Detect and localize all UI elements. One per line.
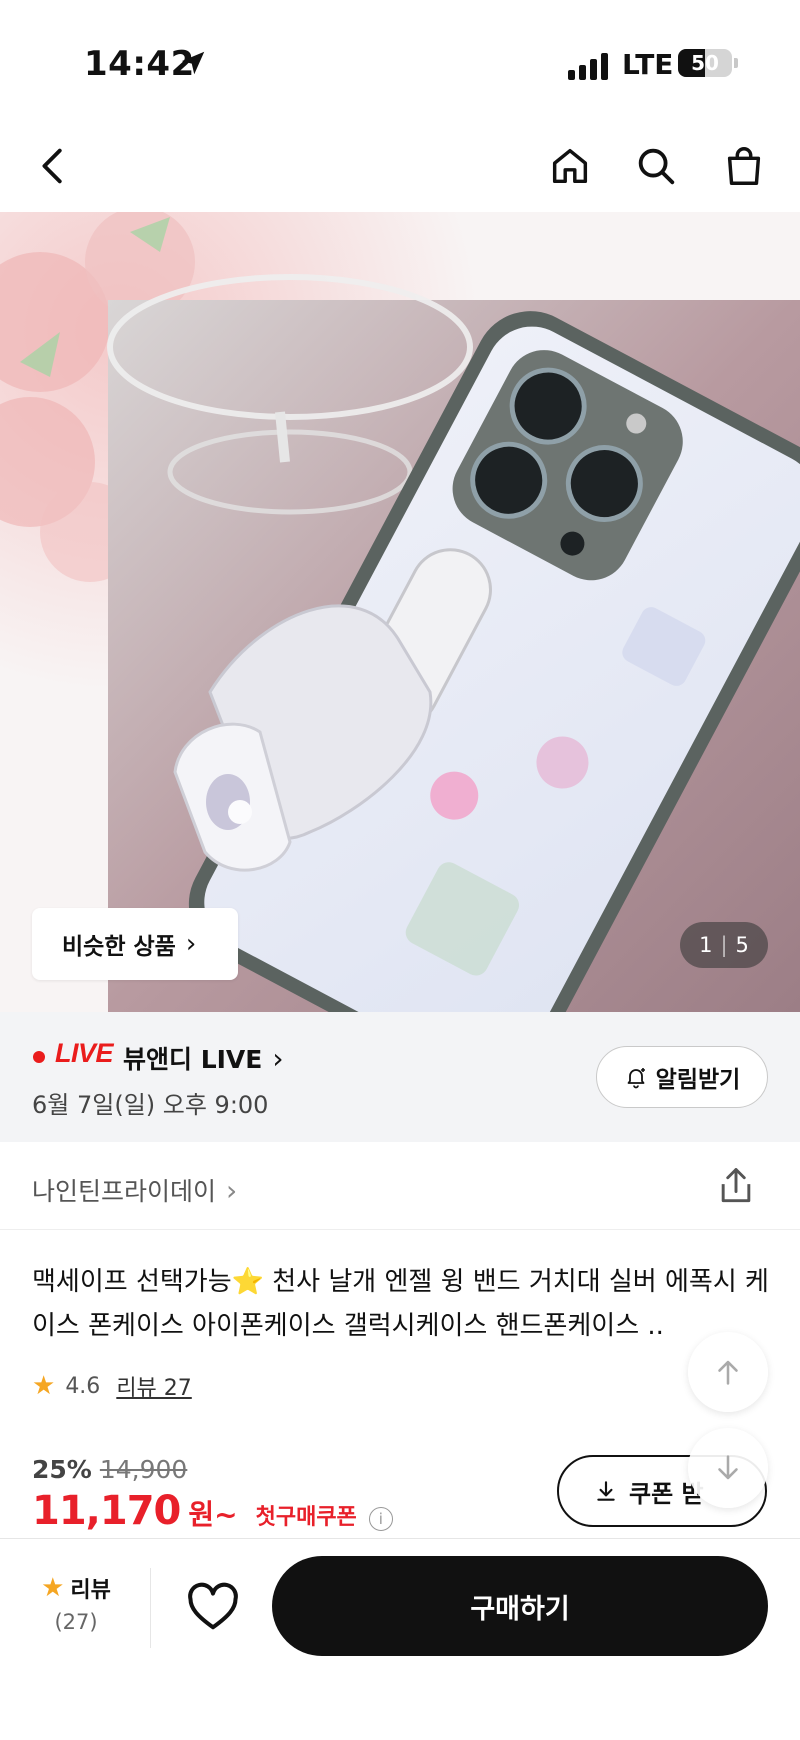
heart-icon[interactable]: [186, 1582, 240, 1632]
image-page-indicator: 1 | 5: [680, 922, 768, 968]
chevron-right-icon: ›: [226, 1173, 238, 1207]
battery-tip: [734, 58, 738, 68]
divider: [150, 1568, 151, 1648]
star-icon: ★: [41, 1573, 65, 1603]
notify-button[interactable]: 알림받기: [596, 1046, 768, 1108]
cart-button[interactable]: [718, 140, 770, 192]
info-icon[interactable]: i: [368, 1507, 393, 1531]
product-photo: [0, 212, 800, 1012]
first-purchase-coupon-label: 첫구매쿠폰: [255, 1505, 357, 1530]
review-tab[interactable]: ★ 리뷰 (27): [36, 1572, 116, 1634]
product-image[interactable]: [0, 212, 800, 1012]
location-arrow-icon: [181, 51, 205, 75]
scroll-down-button[interactable]: [688, 1428, 768, 1508]
top-nav: [0, 120, 800, 212]
seller-row: 나인틴프라이데이 ›: [0, 1142, 800, 1230]
price-unit: 원~: [188, 1498, 238, 1531]
discount-rate: 25%: [32, 1455, 92, 1484]
scroll-up-button[interactable]: [688, 1332, 768, 1412]
seller-name: 나인틴프라이데이: [32, 1177, 217, 1206]
battery-icon: 50: [678, 49, 732, 77]
live-title-link[interactable]: 뷰앤디 LIVE ›: [123, 1040, 284, 1076]
review-tab-label: 리뷰: [70, 1578, 111, 1603]
rating-value: 4.6: [65, 1373, 101, 1399]
page-separator: |: [720, 933, 728, 957]
similar-products-label: 비슷한 상품: [62, 934, 176, 960]
total-pages: 5: [735, 933, 749, 957]
live-badge: LIVE: [55, 1038, 114, 1068]
similar-products-button[interactable]: 비슷한 상품 ›: [32, 908, 238, 980]
network-type: LTE: [622, 48, 674, 81]
review-tab-count: (27): [54, 1610, 98, 1634]
live-dot-icon: [33, 1051, 45, 1063]
product-title: 맥세이프 선택가능⭐️ 천사 날개 엔젤 윙 밴드 거치대 실버 에폭시 케이스…: [32, 1267, 769, 1341]
shopping-bag-icon: [727, 147, 761, 185]
buy-button[interactable]: 구매하기: [272, 1556, 768, 1656]
home-icon: [552, 148, 588, 184]
notify-label: 알림받기: [655, 1067, 741, 1093]
back-button[interactable]: [28, 140, 80, 192]
review-tab-top: ★ 리뷰: [41, 1572, 111, 1604]
rating-row: ★ 4.6 리뷰 27: [32, 1370, 192, 1402]
original-price: 14,900: [99, 1455, 188, 1484]
seller-link[interactable]: 나인틴프라이데이 ›: [32, 1172, 237, 1208]
arrow-down-icon: [718, 1455, 738, 1480]
chevron-right-icon: ›: [185, 929, 197, 959]
star-icon: ★: [32, 1371, 56, 1401]
chevron-right-icon: ›: [272, 1041, 284, 1075]
home-button[interactable]: [544, 140, 596, 192]
search-icon: [638, 148, 675, 185]
search-button[interactable]: [630, 140, 682, 192]
current-page: 1: [699, 933, 713, 957]
live-title: 뷰앤디 LIVE: [123, 1045, 263, 1074]
download-icon: [597, 1481, 615, 1501]
bell-plus-icon: [627, 1068, 645, 1089]
battery-percent: 50: [691, 51, 719, 75]
discount-row: 25% 14,900: [32, 1455, 187, 1484]
live-schedule: 6월 7일(일) 오후 9:00: [32, 1091, 269, 1119]
status-bar: 14:42 LTE 50: [0, 0, 800, 120]
back-icon: [42, 148, 62, 184]
price-row: 11,170 원~ 첫구매쿠폰 i: [32, 1488, 393, 1534]
share-icon[interactable]: [714, 1164, 758, 1208]
review-link[interactable]: 리뷰 27: [116, 1370, 191, 1402]
arrow-up-icon: [718, 1360, 738, 1385]
sale-price: 11,170: [32, 1488, 181, 1534]
signal-bars-icon: [568, 53, 608, 80]
